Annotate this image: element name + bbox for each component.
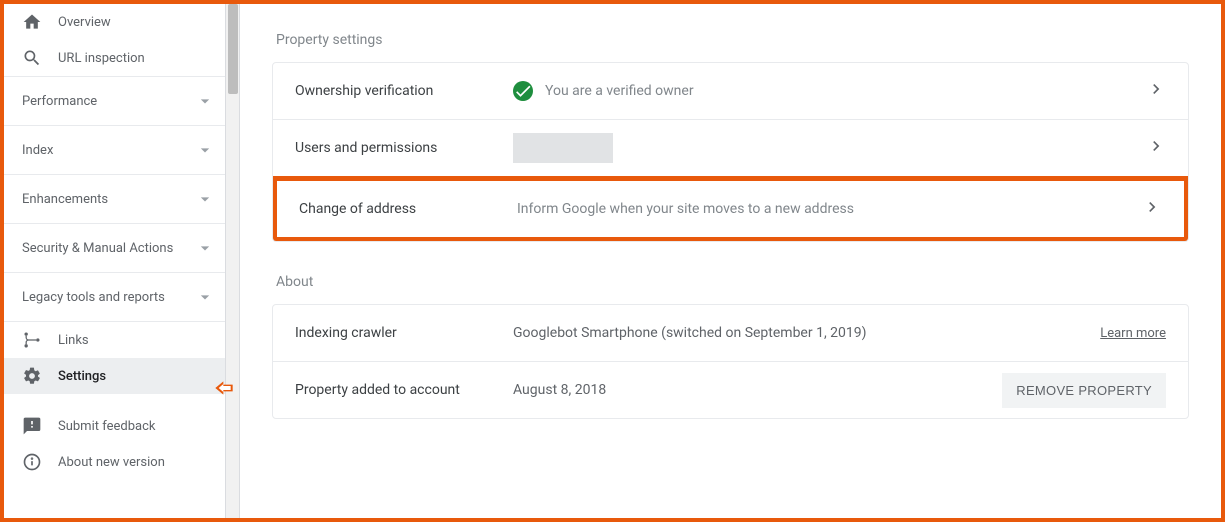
highlight-box: Change of address Inform Google when you…: [272, 176, 1189, 242]
property-settings-card: Ownership verification You are a verifie…: [272, 62, 1189, 242]
sidebar-item-label: Overview: [58, 15, 215, 30]
row-value: Googlebot Smartphone (switched on Septem…: [513, 325, 867, 341]
row-change-of-address[interactable]: Change of address Inform Google when you…: [277, 181, 1184, 237]
row-indexing-crawler: Indexing crawler Googlebot Smartphone (s…: [273, 305, 1188, 361]
sidebar-section-index[interactable]: Index: [4, 126, 225, 174]
main-content: Property settings Ownership verification…: [240, 4, 1221, 518]
gear-icon: [22, 366, 42, 386]
chevron-down-icon: [195, 189, 215, 209]
sidebar-item-label: Settings: [58, 369, 215, 384]
row-label: Ownership verification: [295, 83, 495, 99]
section-title-about: About: [276, 274, 1189, 290]
sidebar-item-label: Submit feedback: [58, 419, 215, 434]
home-icon: [22, 12, 42, 32]
check-circle-icon: [513, 81, 533, 101]
remove-property-button[interactable]: REMOVE PROPERTY: [1002, 373, 1166, 408]
chevron-right-icon: [1142, 197, 1162, 221]
learn-more-link[interactable]: Learn more: [1100, 326, 1166, 341]
row-label: Change of address: [299, 201, 499, 217]
sidebar-section-label: Security & Manual Actions: [22, 241, 195, 256]
redacted-box: [513, 133, 613, 163]
sidebar-item-links[interactable]: Links: [4, 322, 225, 358]
chevron-down-icon: [195, 287, 215, 307]
sidebar-section-label: Enhancements: [22, 192, 195, 207]
feedback-icon: [22, 416, 42, 436]
row-label: Property added to account: [295, 382, 495, 398]
row-users-permissions[interactable]: Users and permissions: [273, 120, 1188, 176]
chevron-down-icon: [195, 91, 215, 111]
sidebar-section-legacy[interactable]: Legacy tools and reports: [4, 273, 225, 321]
row-label: Indexing crawler: [295, 325, 495, 341]
links-icon: [22, 330, 42, 350]
info-icon: [22, 452, 42, 472]
sidebar-section-security[interactable]: Security & Manual Actions: [4, 224, 225, 272]
sidebar-item-label: Links: [58, 333, 215, 348]
sidebar-item-feedback[interactable]: Submit feedback: [4, 408, 225, 444]
sidebar-item-url-inspection[interactable]: URL inspection: [4, 40, 225, 76]
chevron-right-icon: [1146, 136, 1166, 160]
sidebar-item-overview[interactable]: Overview: [4, 4, 225, 40]
row-property-added: Property added to account August 8, 2018…: [273, 362, 1188, 418]
row-hint: Inform Google when your site moves to a …: [517, 201, 854, 217]
sidebar-section-label: Performance: [22, 94, 195, 109]
sidebar: Overview URL inspection Performance Inde…: [4, 4, 226, 518]
sidebar-item-about[interactable]: About new version: [4, 444, 225, 480]
chevron-down-icon: [195, 238, 215, 258]
sidebar-section-performance[interactable]: Performance: [4, 77, 225, 125]
chevron-down-icon: [195, 140, 215, 160]
row-status: You are a verified owner: [545, 83, 694, 99]
row-ownership-verification[interactable]: Ownership verification You are a verifie…: [273, 63, 1188, 119]
row-label: Users and permissions: [295, 140, 495, 156]
sidebar-section-label: Legacy tools and reports: [22, 290, 195, 305]
sidebar-item-settings[interactable]: Settings: [4, 358, 225, 394]
sidebar-item-label: About new version: [58, 455, 215, 470]
chevron-right-icon: [1146, 79, 1166, 103]
about-card: Indexing crawler Googlebot Smartphone (s…: [272, 304, 1189, 419]
row-value: August 8, 2018: [513, 382, 606, 398]
search-icon: [22, 48, 42, 68]
sidebar-section-label: Index: [22, 143, 195, 158]
scrollbar[interactable]: [226, 4, 240, 518]
section-title-property-settings: Property settings: [276, 32, 1189, 48]
sidebar-item-label: URL inspection: [58, 51, 215, 66]
sidebar-section-enhancements[interactable]: Enhancements: [4, 175, 225, 223]
